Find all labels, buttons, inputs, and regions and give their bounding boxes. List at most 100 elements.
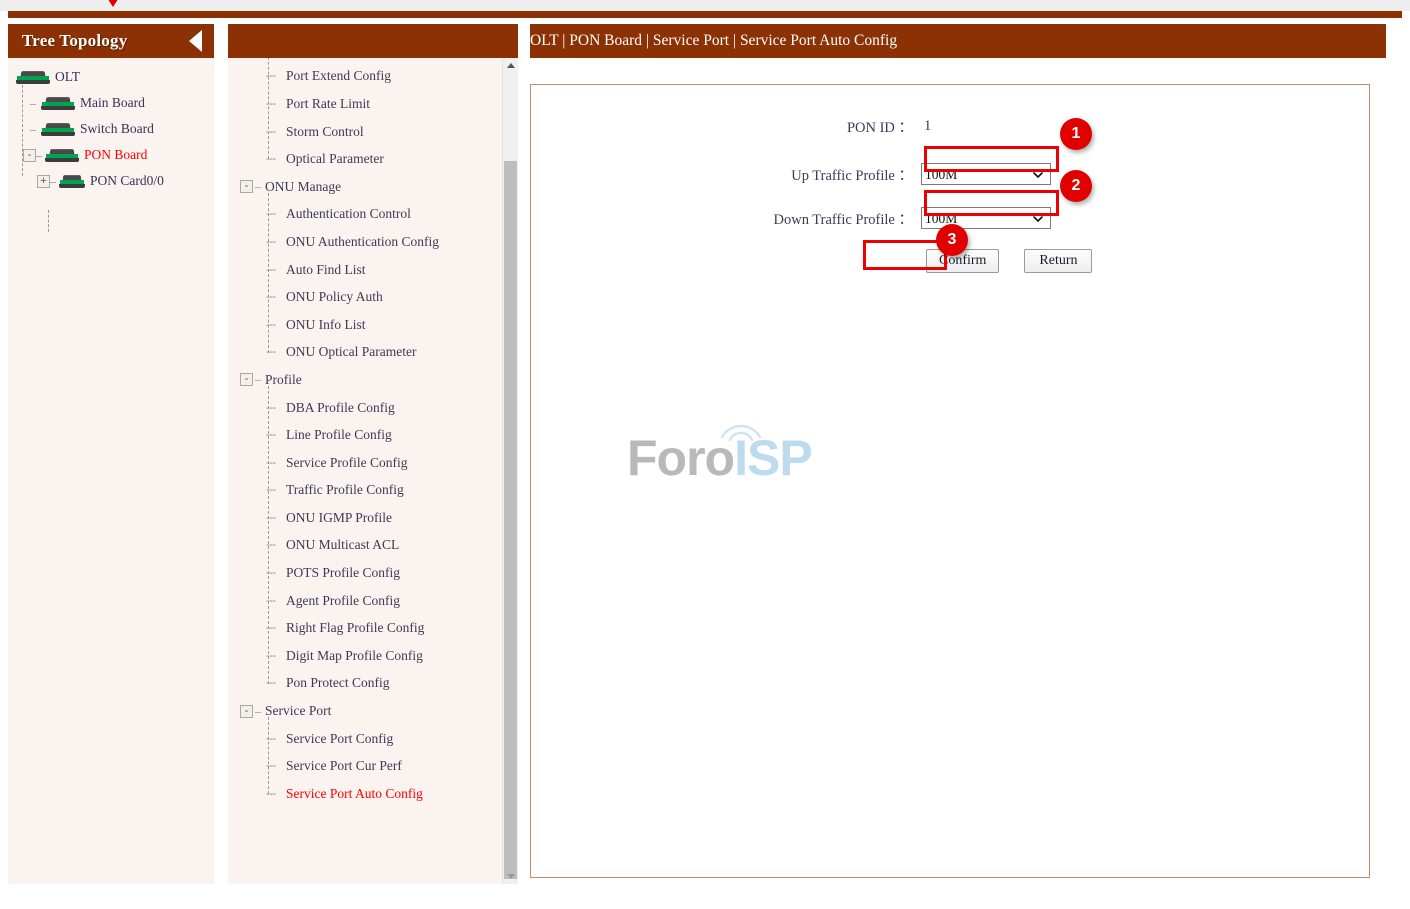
board-icon xyxy=(16,70,50,84)
tree-expander-expand-icon[interactable]: + xyxy=(37,174,50,188)
tree-topology-body: OLT – Main Board – Switch Board - – PON … xyxy=(8,58,214,232)
breadcrumb: OLT | PON Board | Service Port | Service… xyxy=(530,32,898,49)
up-traffic-profile-label: Up Traffic Profile ： xyxy=(791,167,913,184)
watermark-text-foro: Foro xyxy=(627,430,735,486)
red-down-triangle-icon xyxy=(104,0,122,7)
tree-connector-icon: – xyxy=(30,121,36,136)
scroll-down-arrow-icon[interactable] xyxy=(503,869,518,884)
menu-item-label: Pon Protect Config xyxy=(286,675,390,691)
navigation-menu-list: ---Port Basic Config---Port Extend Confi… xyxy=(228,58,500,808)
watermark-text-isp: ISP xyxy=(734,430,813,486)
menu-item-label: Port Rate Limit xyxy=(286,95,370,111)
tree-expander-collapse-icon[interactable]: - xyxy=(23,148,36,162)
confirm-button[interactable]: Confirm xyxy=(926,249,1000,273)
menu-group-expander-icon[interactable]: - xyxy=(240,373,253,387)
annotation-badge-2: 2 xyxy=(1060,170,1092,202)
form-container: PON ID ： 1 Up Traffic Profile ： 100M Dow… xyxy=(530,84,1370,878)
menu-spine xyxy=(268,717,269,795)
content-panel: OLT | PON Board | Service Port | Service… xyxy=(530,24,1386,884)
collapse-panel-icon[interactable] xyxy=(189,30,202,52)
top-strip xyxy=(0,0,1410,11)
tree-connector-icon: – xyxy=(30,95,36,110)
annotation-badge-1: 1 xyxy=(1060,118,1092,150)
annotation-badge-3: 3 xyxy=(936,224,968,256)
menu-item-label: DBA Profile Config xyxy=(286,399,395,415)
menu-item-label: Service Port Config xyxy=(286,730,394,746)
tree-node-label: Switch Board xyxy=(80,121,154,136)
tree-node-label: PON Board xyxy=(84,147,148,162)
up-traffic-profile-row: Up Traffic Profile ： 100M xyxy=(531,161,1369,187)
menu-group-label: Service Port xyxy=(265,703,332,719)
menu-item-label: Digit Map Profile Config xyxy=(286,647,423,663)
menu-item-label: Traffic Profile Config xyxy=(286,482,404,498)
tree-node-label: PON Card0/0 xyxy=(90,173,164,188)
scroll-up-arrow-icon[interactable] xyxy=(503,58,518,73)
down-traffic-profile-select-holder: 100M xyxy=(921,207,1051,229)
board-icon xyxy=(45,148,79,162)
scrollbar-thumb[interactable] xyxy=(504,161,517,879)
down-traffic-profile-label: Down Traffic Profile ： xyxy=(773,211,914,228)
menu-item-label: Auto Find List xyxy=(286,261,366,277)
menu-group-label: ONU Manage xyxy=(265,178,342,194)
navigation-menu-panel: ---Port Basic Config---Port Extend Confi… xyxy=(228,24,518,884)
menu-item-label: Service Port Cur Perf xyxy=(286,758,402,774)
menu-item-label: Service Port Auto Config xyxy=(286,785,423,801)
menu-item-label: Port Extend Config xyxy=(286,68,391,84)
menu-connector-icon: – xyxy=(255,703,261,718)
menu-item-label: Storm Control xyxy=(286,123,364,139)
up-traffic-profile-select[interactable]: 100M xyxy=(921,163,1051,185)
menu-spine xyxy=(268,192,269,353)
tree-node-pon-board[interactable]: - – PON Board xyxy=(8,142,214,168)
app-window: Tree Topology OLT – Main Board – Switch … xyxy=(0,0,1410,909)
menu-connector-icon: – xyxy=(255,179,261,194)
menu-item-label: ONU Multicast ACL xyxy=(286,537,400,553)
menu-spine xyxy=(268,58,269,160)
down-traffic-profile-select[interactable]: 100M xyxy=(921,207,1051,229)
return-button[interactable]: Return xyxy=(1024,249,1093,273)
menu-item-label: Agent Profile Config xyxy=(286,592,400,608)
menu-item-label: ONU IGMP Profile xyxy=(286,509,392,525)
menu-item-label: ONU Optical Parameter xyxy=(286,344,417,360)
tree-connector-icon: – xyxy=(50,173,56,188)
board-icon xyxy=(41,122,75,136)
foroisp-watermark: ForoISP xyxy=(627,424,813,486)
tree-topology-header: Tree Topology xyxy=(8,24,214,58)
menu-group-label: Profile xyxy=(265,371,302,387)
menu-spine xyxy=(268,385,269,684)
menu-item-label: Authentication Control xyxy=(286,206,411,222)
board-icon xyxy=(59,174,85,188)
tree-node-main-board[interactable]: – Main Board xyxy=(8,90,214,116)
pon-id-label: PON ID ： xyxy=(846,119,913,136)
menu-connector-icon: – xyxy=(255,372,261,387)
tree-topology-title: Tree Topology xyxy=(22,31,128,50)
pon-id-value: 1 xyxy=(924,117,932,134)
tree-node-pon-card[interactable]: + – PON Card0/0 xyxy=(8,168,214,194)
tree-connector-icon: – xyxy=(36,147,42,162)
navigation-menu-scroll-area: ---Port Basic Config---Port Extend Confi… xyxy=(228,58,518,884)
tree-spine-sub xyxy=(48,210,49,232)
menu-item-label: ONU Authentication Config xyxy=(286,233,439,249)
tree-topology-panel: Tree Topology OLT – Main Board – Switch … xyxy=(8,24,214,884)
menu-item-label: Right Flag Profile Config xyxy=(286,620,425,636)
tree-node-olt[interactable]: OLT xyxy=(8,64,214,90)
menu-item-label: Service Profile Config xyxy=(286,454,408,470)
menu-group-expander-icon[interactable]: - xyxy=(240,704,253,718)
breadcrumb-bar: OLT | PON Board | Service Port | Service… xyxy=(530,24,1386,58)
menu-item-label: Line Profile Config xyxy=(286,427,392,443)
board-icon xyxy=(41,96,75,110)
pon-id-row: PON ID ： 1 xyxy=(531,113,1369,139)
menu-item-label: POTS Profile Config xyxy=(286,565,401,581)
menu-scrollbar[interactable] xyxy=(502,58,518,884)
menu-item-label: ONU Info List xyxy=(286,316,366,332)
menu-item-label: ONU Policy Auth xyxy=(286,289,383,305)
form-buttons: Confirm Return xyxy=(926,249,1369,273)
navigation-menu-header xyxy=(228,24,518,58)
up-traffic-profile-select-holder: 100M xyxy=(921,163,1051,185)
top-brand-bar xyxy=(8,11,1402,18)
menu-item-label: Optical Parameter xyxy=(286,151,384,167)
tree-node-label: Main Board xyxy=(80,95,145,110)
menu-group-expander-icon[interactable]: - xyxy=(240,180,253,194)
wifi-arc-icon xyxy=(718,417,764,446)
tree-node-label: OLT xyxy=(55,69,81,84)
tree-node-switch-board[interactable]: – Switch Board xyxy=(8,116,214,142)
